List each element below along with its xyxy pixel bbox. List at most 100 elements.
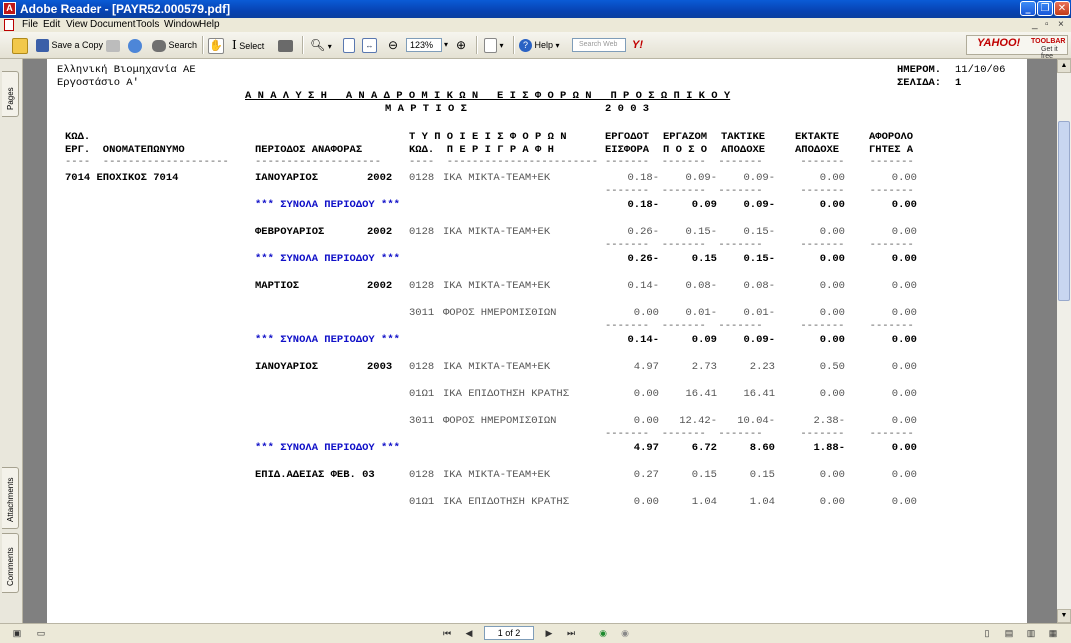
header-employer: ΕΡΓΟΔΟΤ (605, 131, 650, 143)
navigation-sidebar: Pages Attachments Comments (0, 59, 23, 623)
header-employer-contrib: ΕΙΣΦΟΡΑ (605, 144, 650, 156)
page-rotate-icon (484, 38, 497, 54)
tab-pages-label: Pages (6, 87, 15, 110)
hand-tool-button[interactable]: ✋ (208, 36, 224, 54)
tab-pages[interactable]: Pages (2, 71, 19, 117)
zoom-in-button[interactable]: ⊕ (456, 36, 466, 54)
fit-width-icon: ↔ (362, 38, 377, 54)
amount-cell: 0.00 (819, 496, 845, 508)
contribution-description-cell: ΙΚΑ ΜΙΚΤΑ-TEAM+EK (443, 226, 551, 238)
go-forward-icon[interactable]: ◉ (618, 626, 632, 640)
amount-cell: 0.50 (819, 361, 845, 373)
scroll-thumb[interactable] (1058, 121, 1070, 301)
amount-cell: 0.00 (891, 307, 917, 319)
amount-cell: 2.38- (813, 415, 845, 427)
actual-size-button[interactable] (343, 36, 355, 54)
maximize-button[interactable]: ❐ (1037, 1, 1053, 16)
amount-cell: 0.27 (633, 469, 659, 481)
open-button[interactable] (12, 36, 28, 54)
page-size-icon[interactable]: ▭ (34, 626, 48, 640)
menu-document[interactable]: Document (90, 18, 136, 32)
scroll-down-arrow-icon[interactable]: ▼ (1057, 609, 1071, 623)
date-label: ΗΜΕΡΟΜ. (897, 64, 942, 76)
total-cell: 4.97 (633, 442, 659, 454)
amount-cell: 0.15 (691, 469, 717, 481)
header-employee-col: ΕΡΓΑΖΟΜ (663, 131, 708, 143)
date-value: 11/10/06 (955, 64, 1006, 76)
vertical-scrollbar[interactable]: ▲ ▼ (1057, 59, 1071, 623)
zoom-tool-button[interactable]: 🔍︎ ▾ (310, 36, 332, 54)
doc-close-icon[interactable]: × (1058, 18, 1064, 32)
scroll-up-arrow-icon[interactable]: ▲ (1057, 59, 1071, 73)
period-cell: ΦΕΒΡΟΥΑΡΙΟΣ (255, 226, 325, 238)
snapshot-button[interactable] (278, 36, 293, 54)
tab-comments[interactable]: Comments (2, 533, 19, 593)
page-number: 1 (955, 77, 962, 89)
header-tax-free: ΑΦΟΡΟΛΟ (869, 131, 914, 143)
menu-help[interactable]: Help (199, 18, 220, 32)
search-button[interactable]: Search (152, 36, 197, 54)
contribution-code-cell: 0128 (409, 280, 435, 292)
minus-circle-icon: ⊖ (388, 38, 399, 52)
hand-icon: ✋ (208, 37, 224, 54)
plant-name: Εργοστάσιο Α' (57, 77, 139, 89)
dropdown-arrow-icon: ▾ (499, 41, 504, 50)
menu-tools[interactable]: Tools (136, 18, 159, 32)
header-regular: ΤΑΚΤΙΚΕ (721, 131, 766, 143)
doc-restore-icon[interactable]: ▫ (1045, 18, 1049, 32)
yahoo-button[interactable]: Y! (632, 36, 643, 54)
doc-minimize-icon[interactable]: _ (1032, 18, 1038, 32)
camera-icon (278, 39, 293, 52)
toolbar-separator (302, 36, 304, 54)
menu-window[interactable]: Window (164, 18, 200, 32)
period-year-cell: 2002 (367, 226, 393, 238)
company-name: Ελληνική Βιομηχανία ΑΕ (57, 64, 196, 76)
close-button[interactable]: ✕ (1054, 1, 1070, 16)
previous-page-icon[interactable]: ◀ (462, 626, 476, 640)
continuous-icon[interactable]: ▤ (1002, 626, 1016, 640)
help-button[interactable]: ? Help ▾ (519, 36, 560, 54)
zoom-input[interactable]: 123% (406, 38, 442, 52)
total-cell: 0.09- (743, 334, 775, 346)
period-cell: ΕΠΙΔ.ΑΔΕΙΑΣ ΦΕΒ. 03 (255, 469, 375, 481)
last-page-icon[interactable]: ⏭ (564, 626, 578, 640)
document-viewport[interactable]: Ελληνική Βιομηχανία ΑΕ Εργοστάσιο Α' Α Ν… (23, 59, 1057, 623)
header-rule-amounts: ------- ------- ------- ------- ------- (605, 156, 914, 168)
single-page-icon[interactable]: ▯ (980, 626, 994, 640)
toolbar: Save a Copy Search ✋ I Select 🔍︎ ▾ ↔ ⊖ 1… (0, 32, 1071, 60)
go-back-icon[interactable]: ◉ (596, 626, 610, 640)
page-layout-icon[interactable]: ▣ (10, 626, 24, 640)
menu-file[interactable]: File (22, 18, 38, 32)
rotate-button[interactable]: ▾ (484, 36, 504, 54)
minimize-button[interactable]: _ (1020, 1, 1036, 16)
page-number-field[interactable]: 1 of 2 (484, 626, 534, 640)
continuous-facing-icon[interactable]: ▦ (1046, 626, 1060, 640)
select-tool-button[interactable]: I Select (232, 36, 264, 54)
menu-edit[interactable]: Edit (43, 18, 60, 32)
total-cell: 6.72 (691, 442, 717, 454)
yahoo-toolbar-button[interactable]: YAHOO! TOOLBAR Get it free (966, 35, 1068, 60)
search-web-input[interactable]: Search Web (572, 38, 626, 52)
amount-cell: 0.00 (633, 496, 659, 508)
total-rule: ------- ------- ------- ------- ------- (605, 428, 914, 440)
facing-icon[interactable]: ▥ (1024, 626, 1038, 640)
print-button[interactable] (106, 36, 120, 54)
total-cell: 0.09 (691, 334, 717, 346)
amount-cell: 0.00 (891, 361, 917, 373)
amount-cell: 2.23 (749, 361, 775, 373)
menu-view[interactable]: View (66, 18, 88, 32)
header-employee: ΕΡΓ. ΟΝΟΜΑΤΕΠΩΝΥΜΟ (65, 144, 185, 156)
zoom-out-button[interactable]: ⊖ (388, 36, 398, 54)
fit-width-button[interactable]: ↔ (362, 36, 377, 54)
zoom-dropdown[interactable]: ▾ (444, 36, 448, 54)
first-page-icon[interactable]: ⏮ (440, 626, 454, 640)
contribution-code-cell: 01Ω1 (409, 496, 435, 508)
tab-attachments[interactable]: Attachments (2, 467, 19, 529)
period-cell: ΙΑΝΟΥΑΡΙΟΣ (255, 361, 319, 373)
header-amount: Π Ο Σ Ο (663, 144, 708, 156)
save-copy-button[interactable]: Save a Copy (36, 36, 103, 54)
email-button[interactable] (128, 36, 142, 54)
tab-attachments-label: Attachments (6, 477, 15, 522)
next-page-icon[interactable]: ▶ (542, 626, 556, 640)
header-rule-description: ---- ------------------------ (409, 156, 599, 168)
